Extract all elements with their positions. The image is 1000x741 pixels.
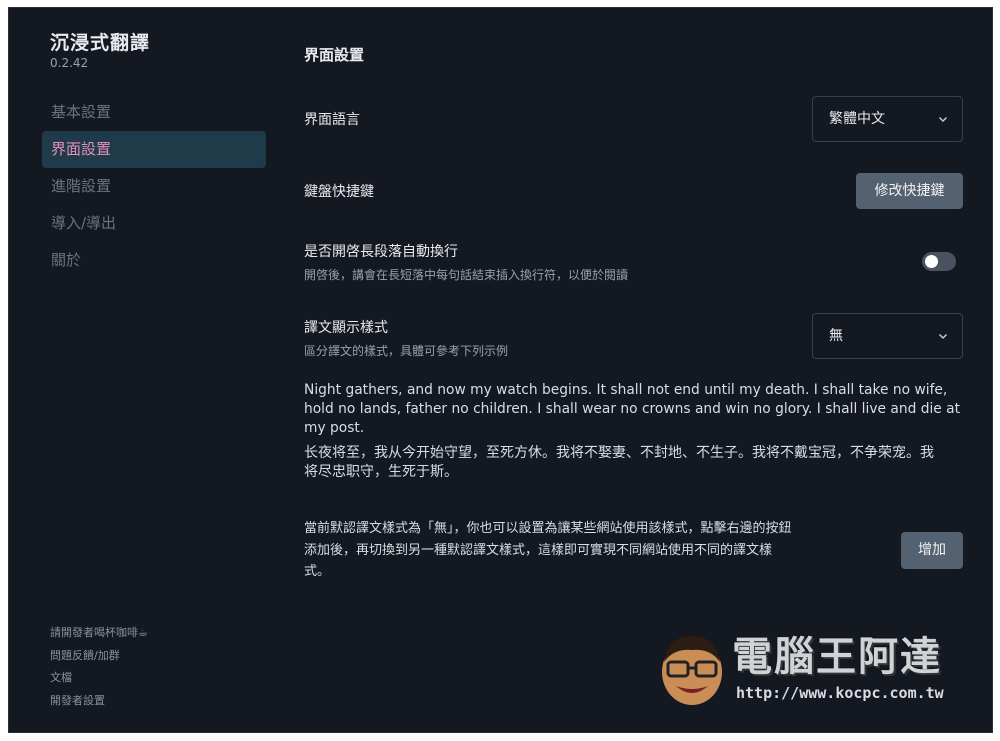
- app-version: 0.2.42: [50, 56, 89, 70]
- example-english: Night gathers, and now my watch begins. …: [304, 382, 961, 436]
- translation-style-setting: 譯文顯示樣式 區分譯文的樣式，具體可參考下列示例: [304, 317, 508, 359]
- sidebar-item-about[interactable]: 關於: [42, 242, 266, 279]
- translation-style-value: 無: [829, 328, 843, 344]
- translation-style-label: 譯文顯示樣式: [304, 320, 388, 336]
- watermark-url: http://www.kocpc.com.tw: [736, 684, 944, 702]
- auto-wrap-description: 開啓後，講會在長短落中每句話結束插入換行符，以便於閱讀: [304, 268, 629, 282]
- ui-language-value: 繁體中文: [829, 111, 885, 127]
- developer-settings-link[interactable]: 開發者設置: [50, 690, 148, 713]
- buy-coffee-link[interactable]: 請開發者喝杯咖啡☕: [50, 622, 148, 645]
- shortcuts-label: 鍵盤快捷鍵: [304, 184, 374, 200]
- translation-style-select[interactable]: 無: [812, 313, 963, 359]
- sidebar-item-basic[interactable]: 基本設置: [42, 94, 266, 131]
- sidebar-nav: 基本設置 界面設置 進階設置 導入/導出 關於: [42, 94, 266, 279]
- auto-wrap-toggle[interactable]: [922, 252, 956, 271]
- watermark-name: 電腦王阿達: [732, 634, 942, 680]
- app-window: 沉浸式翻譯 0.2.42 基本設置 界面設置 進階設置 導入/導出 關於 請開發…: [8, 7, 993, 733]
- page-title: 界面設置: [304, 46, 365, 64]
- ui-language-select[interactable]: 繁體中文: [812, 96, 963, 142]
- sidebar-item-advanced[interactable]: 進階設置: [42, 168, 266, 205]
- example-chinese: 长夜将至，我从今开始守望，至死方休。我将不娶妻、不封地、不生子。我将不戴宝冠，不…: [304, 445, 934, 480]
- docs-link[interactable]: 文檔: [50, 667, 148, 690]
- mascot-face-icon: [662, 636, 722, 705]
- translation-style-description: 區分譯文的樣式，具體可參考下列示例: [304, 344, 509, 358]
- feedback-link[interactable]: 問題反饋/加群: [50, 645, 148, 668]
- chevron-down-icon: [939, 117, 947, 122]
- app-title: 沉浸式翻譯: [50, 32, 151, 54]
- auto-wrap-setting: 是否開啓長段落自動換行 開啓後，講會在長短落中每句話結束插入換行符，以便於閱讀: [304, 241, 628, 283]
- toggle-knob: [925, 255, 938, 268]
- default-style-note: 當前默認譯文樣式為「無」，你也可以設置為讓某些網站使用該樣式，點擊右邊的按鈕添加…: [304, 521, 792, 579]
- sidebar-item-import-export[interactable]: 導入/導出: [42, 205, 266, 242]
- sidebar-footer: 請開發者喝杯咖啡☕ 問題反饋/加群 文檔 開發者設置: [50, 622, 148, 712]
- watermark: 電腦王阿達 http://www.kocpc.com.tw: [654, 616, 974, 716]
- edit-shortcuts-button[interactable]: 修改快捷鍵: [856, 173, 963, 209]
- auto-wrap-label: 是否開啓長段落自動換行: [304, 244, 458, 260]
- ui-language-label: 界面語言: [304, 112, 360, 128]
- add-button[interactable]: 增加: [901, 532, 963, 569]
- chevron-down-icon: [939, 334, 947, 339]
- sidebar-item-interface[interactable]: 界面設置: [42, 131, 266, 168]
